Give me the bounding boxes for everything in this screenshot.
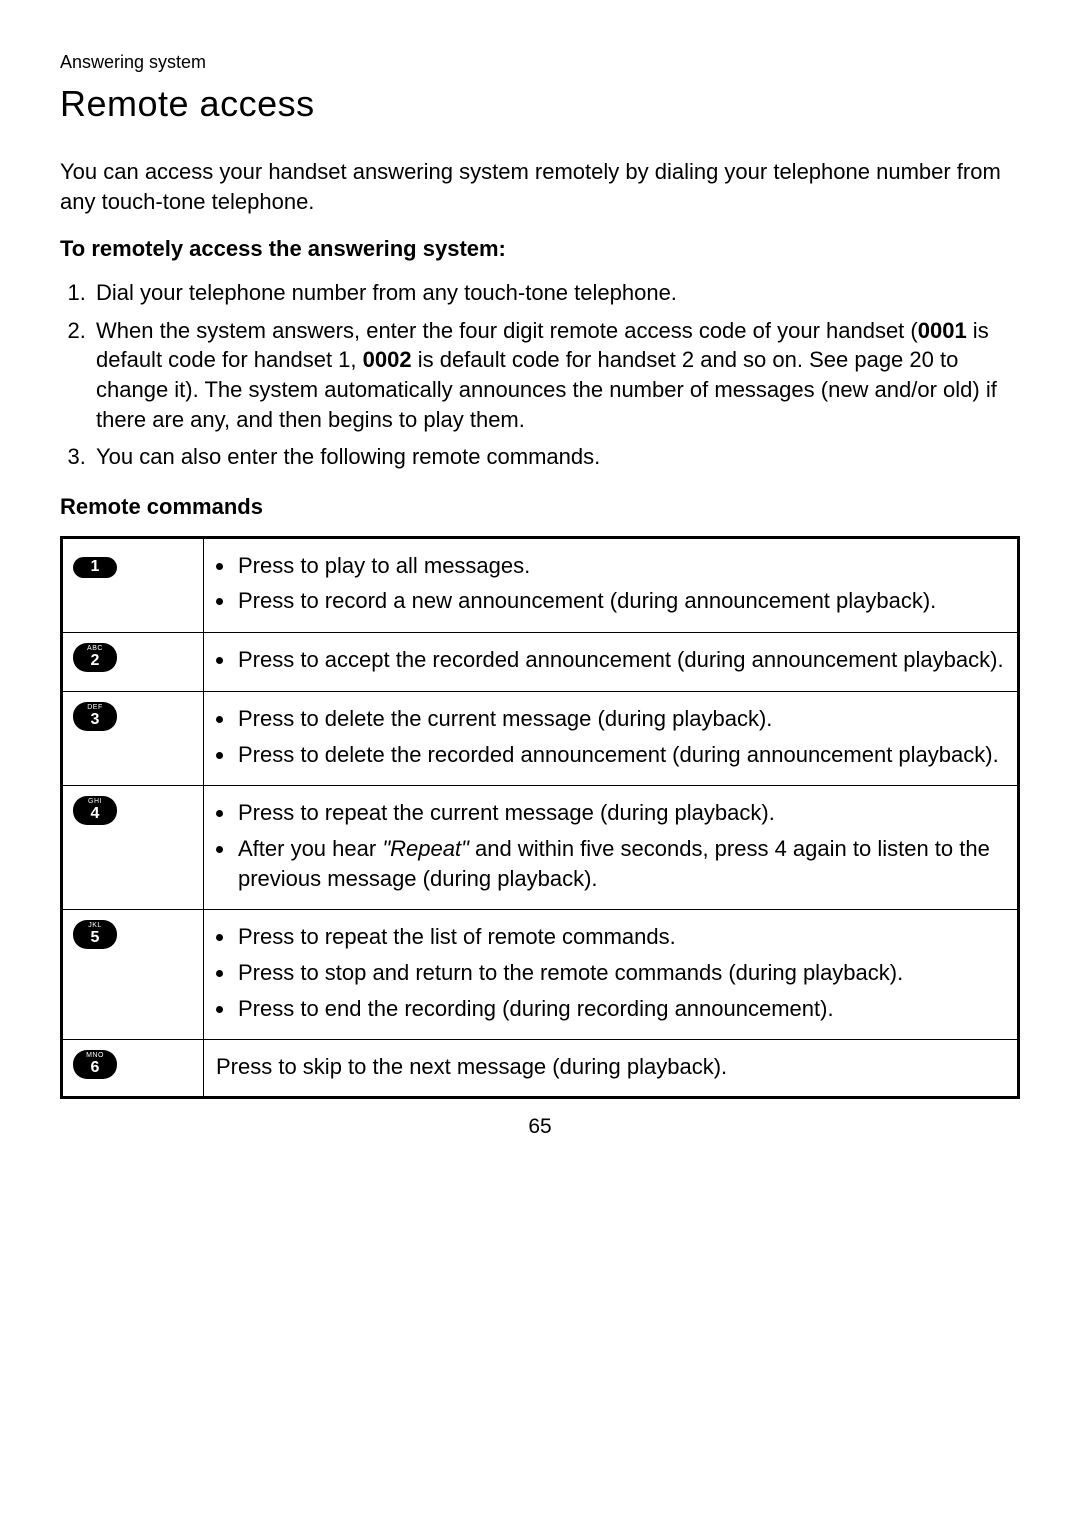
desc-item: Press to stop and return to the remote c… xyxy=(236,958,1007,988)
desc-list: Press to repeat the current message (dur… xyxy=(214,798,1007,893)
keypad-5-icon: JKL 5 xyxy=(73,920,117,949)
page-title: Remote access xyxy=(60,80,1020,129)
desc-text-pre: After you hear xyxy=(238,836,382,861)
step-2-code1: 0001 xyxy=(918,318,967,343)
keypad-1-icon: 1 xyxy=(73,557,117,578)
desc-cell-2: Press to accept the recorded announcemen… xyxy=(204,633,1019,692)
keypad-6-icon: MNO 6 xyxy=(73,1050,117,1079)
desc-item: Press to record a new announcement (duri… xyxy=(236,586,1007,616)
sub-heading: To remotely access the answering system: xyxy=(60,234,1020,264)
table-row: DEF 3 Press to delete the current messag… xyxy=(62,691,1019,785)
key-main: 4 xyxy=(79,806,111,822)
desc-cell-3: Press to delete the current message (dur… xyxy=(204,691,1019,785)
key-main: 3 xyxy=(79,712,111,728)
commands-heading: Remote commands xyxy=(60,492,1020,522)
step-2: When the system answers, enter the four … xyxy=(92,316,1020,435)
desc-cell-6: Press to skip to the next message (durin… xyxy=(204,1040,1019,1098)
key-sup: JKL xyxy=(79,922,111,929)
desc-list: Press to delete the current message (dur… xyxy=(214,704,1007,769)
key-cell-5: JKL 5 xyxy=(62,910,204,1040)
desc-item: Press to repeat the list of remote comma… xyxy=(236,922,1007,952)
keypad-3-icon: DEF 3 xyxy=(73,702,117,731)
key-main: 1 xyxy=(79,559,111,575)
section-label: Answering system xyxy=(60,50,1020,74)
key-cell-4: GHI 4 xyxy=(62,786,204,910)
page-number: 65 xyxy=(60,1113,1020,1141)
desc-item: Press to end the recording (during recor… xyxy=(236,994,1007,1024)
key-cell-3: DEF 3 xyxy=(62,691,204,785)
table-row: ABC 2 Press to accept the recorded annou… xyxy=(62,633,1019,692)
key-cell-6: MNO 6 xyxy=(62,1040,204,1098)
desc-cell-5: Press to repeat the list of remote comma… xyxy=(204,910,1019,1040)
desc-item: Press to delete the current message (dur… xyxy=(236,704,1007,734)
table-row: GHI 4 Press to repeat the current messag… xyxy=(62,786,1019,910)
intro-paragraph: You can access your handset answering sy… xyxy=(60,157,1020,216)
key-main: 2 xyxy=(79,653,111,669)
step-2-text-pre: When the system answers, enter the four … xyxy=(96,318,918,343)
desc-list: Press to repeat the list of remote comma… xyxy=(214,922,1007,1023)
desc-item: Press to delete the recorded announcemen… xyxy=(236,740,1007,770)
table-row: JKL 5 Press to repeat the list of remote… xyxy=(62,910,1019,1040)
desc-cell-4: Press to repeat the current message (dur… xyxy=(204,786,1019,910)
keypad-4-icon: GHI 4 xyxy=(73,796,117,825)
desc-item: Press to accept the recorded announcemen… xyxy=(236,645,1007,675)
key-cell-1: 1 xyxy=(62,537,204,632)
desc-list: Press to accept the recorded announcemen… xyxy=(214,645,1007,675)
desc-item: Press to play to all messages. xyxy=(236,551,1007,581)
step-3: You can also enter the following remote … xyxy=(92,442,1020,472)
key-sup: DEF xyxy=(79,704,111,711)
keypad-2-icon: ABC 2 xyxy=(73,643,117,672)
step-2-code2: 0002 xyxy=(363,347,412,372)
key-sup: ABC xyxy=(79,645,111,652)
step-1: Dial your telephone number from any touc… xyxy=(92,278,1020,308)
remote-commands-table: 1 Press to play to all messages. Press t… xyxy=(60,536,1020,1099)
desc-item: After you hear "Repeat" and within five … xyxy=(236,834,1007,893)
key-main: 5 xyxy=(79,930,111,946)
key-cell-2: ABC 2 xyxy=(62,633,204,692)
key-sup: GHI xyxy=(79,798,111,805)
desc-cell-1: Press to play to all messages. Press to … xyxy=(204,537,1019,632)
table-row: MNO 6 Press to skip to the next message … xyxy=(62,1040,1019,1098)
key-sup: MNO xyxy=(79,1052,111,1059)
table-row: 1 Press to play to all messages. Press t… xyxy=(62,537,1019,632)
desc-item: Press to skip to the next message (durin… xyxy=(216,1052,1007,1082)
desc-list: Press to play to all messages. Press to … xyxy=(214,551,1007,616)
steps-list: Dial your telephone number from any touc… xyxy=(60,278,1020,472)
key-main: 6 xyxy=(79,1060,111,1076)
desc-text-em: "Repeat" xyxy=(382,836,469,861)
desc-item: Press to repeat the current message (dur… xyxy=(236,798,1007,828)
